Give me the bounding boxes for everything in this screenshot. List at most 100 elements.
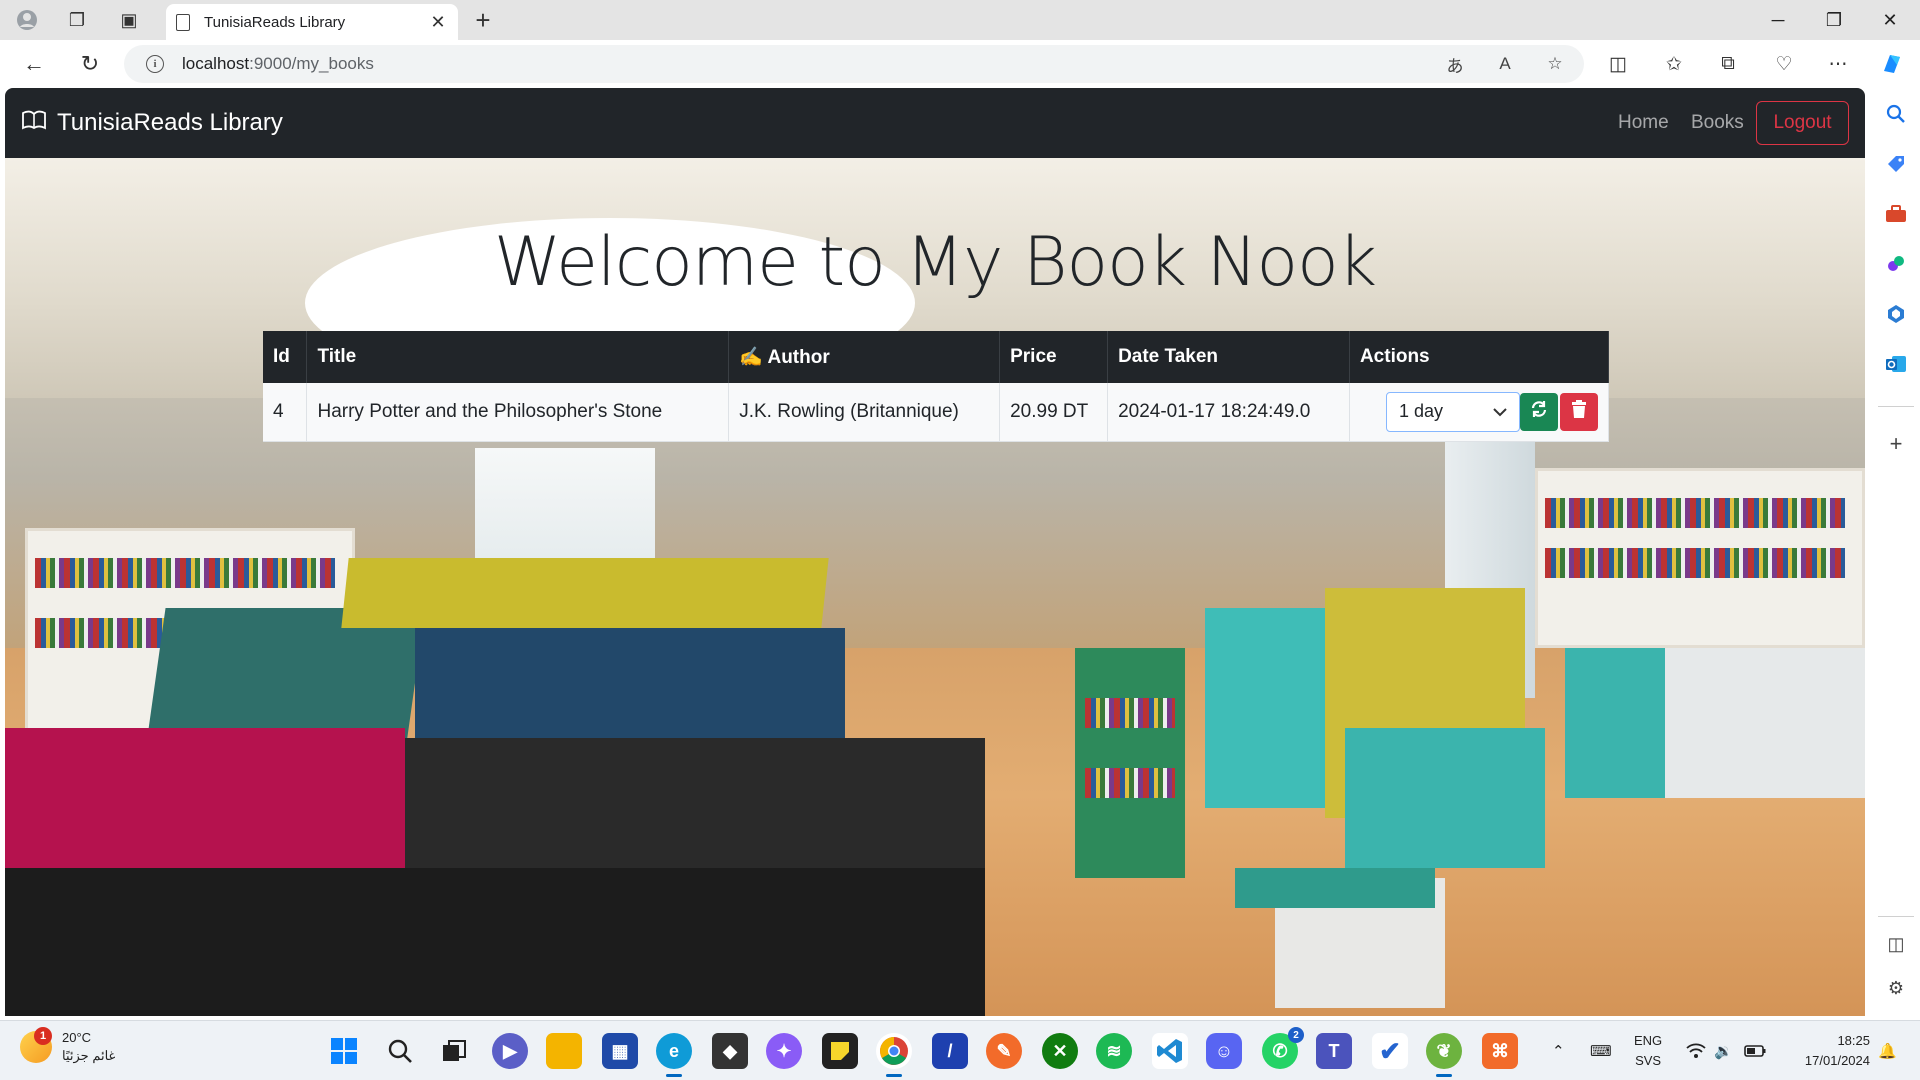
- keyboard-icon[interactable]: ⌨: [1590, 1021, 1612, 1080]
- teams-icon[interactable]: T: [1316, 1033, 1352, 1069]
- favorites-icon[interactable]: ✩: [1658, 50, 1690, 78]
- cell-author: J.K. Rowling (Britannique): [728, 383, 1001, 442]
- games-icon[interactable]: [1880, 248, 1912, 280]
- background-cabinet: [1665, 648, 1865, 798]
- postman-icon[interactable]: ✎: [986, 1033, 1022, 1069]
- spring-leaf-icon[interactable]: ❦: [1426, 1033, 1462, 1077]
- header-author: ✍ Author: [728, 331, 1001, 383]
- header-actions: Actions: [1349, 331, 1610, 383]
- read-aloud-icon[interactable]: A: [1490, 51, 1520, 77]
- logout-button[interactable]: Logout: [1756, 101, 1849, 145]
- spotify-icon[interactable]: ≋: [1096, 1033, 1132, 1069]
- open-book-icon: [21, 110, 47, 136]
- cube-app-icon[interactable]: ◆: [712, 1033, 748, 1069]
- clock-date: 17/01/2024: [1804, 1053, 1870, 1068]
- discord-icon[interactable]: ☺: [1206, 1033, 1242, 1069]
- header-id: Id: [263, 331, 308, 383]
- profile-icon[interactable]: [10, 4, 44, 36]
- split-screen-icon[interactable]: ◫: [1602, 50, 1634, 78]
- notifications-bell-icon[interactable]: 🔔: [1878, 1021, 1897, 1080]
- loan-duration-select[interactable]: 1 day: [1385, 391, 1520, 432]
- vscode-icon[interactable]: [1152, 1033, 1188, 1069]
- close-tab-icon[interactable]: ✕: [428, 12, 448, 33]
- renew-button[interactable]: [1519, 392, 1558, 431]
- browser-essentials-icon[interactable]: ♡: [1768, 50, 1800, 78]
- sticky-notes-icon[interactable]: [822, 1033, 858, 1069]
- nav-link-books[interactable]: Books: [1691, 88, 1744, 158]
- file-explorer-icon[interactable]: [546, 1033, 582, 1069]
- whatsapp-icon[interactable]: ✆ 2: [1262, 1027, 1304, 1069]
- outlook-icon[interactable]: [1880, 348, 1912, 380]
- url-path: :9000/my_books: [249, 54, 374, 73]
- more-options-icon[interactable]: ⋯: [1822, 50, 1854, 78]
- chrome-icon[interactable]: [876, 1033, 912, 1077]
- sync-icon: [1530, 400, 1548, 424]
- system-clock[interactable]: 18:25 17/01/2024: [1784, 1031, 1870, 1071]
- background-stair: [5, 868, 985, 1016]
- todo-check-icon[interactable]: ✔: [1372, 1033, 1408, 1069]
- powerautomate-icon[interactable]: /: [932, 1033, 968, 1069]
- new-tab-button[interactable]: +: [466, 4, 500, 36]
- delete-button[interactable]: [1559, 392, 1598, 431]
- weather-widget[interactable]: 1 20°C غائم جزئيًا: [20, 1027, 115, 1065]
- nav-link-home[interactable]: Home: [1618, 88, 1669, 158]
- tools-icon[interactable]: [1880, 198, 1912, 230]
- sidebar-divider: [1878, 916, 1914, 917]
- restore-button[interactable]: ❐: [1806, 0, 1862, 40]
- wifi-icon[interactable]: [1686, 1021, 1706, 1080]
- back-arrow-icon[interactable]: ←: [16, 48, 52, 80]
- add-icon[interactable]: +: [1880, 428, 1912, 460]
- background-books: [35, 558, 335, 588]
- battery-icon[interactable]: [1744, 1021, 1766, 1080]
- collections-icon[interactable]: ⧉: [1712, 50, 1744, 78]
- microsoft-store-icon[interactable]: ▦: [602, 1033, 638, 1069]
- windows-taskbar: 1 20°C غائم جزئيًا ▶ ▦ e ◆ ✦ / ✎ ✕ ≋ ☺ ✆…: [0, 1020, 1920, 1080]
- my-books-table: Id Title ✍ Author Price Date Taken Actio…: [263, 331, 1610, 442]
- xbox-icon[interactable]: ✕: [1042, 1033, 1078, 1069]
- translate-icon[interactable]: あ: [1440, 51, 1470, 77]
- brand-link[interactable]: TunisiaReads Library: [21, 88, 283, 158]
- tab-title: TunisiaReads Library: [204, 13, 346, 31]
- hide-sidebar-icon[interactable]: ◫: [1880, 928, 1912, 960]
- edge-browser-icon[interactable]: e: [656, 1033, 692, 1077]
- cell-actions: 1 day: [1349, 383, 1610, 442]
- weather-badge: 1: [34, 1027, 52, 1045]
- cell-price: 20.99 DT: [999, 383, 1109, 442]
- messenger-icon[interactable]: ✦: [766, 1033, 802, 1069]
- url-host: localhost: [182, 54, 250, 73]
- shopping-tag-icon[interactable]: [1880, 148, 1912, 180]
- whatsapp-badge: 2: [1288, 1027, 1304, 1043]
- search-taskbar-icon[interactable]: [382, 1033, 418, 1069]
- weather-text: 20°C غائم جزئيًا: [62, 1029, 115, 1065]
- refresh-icon[interactable]: ↻: [72, 48, 108, 80]
- page-viewport: TunisiaReads Library Home Books Logout W…: [5, 88, 1865, 1016]
- header-author-label: Author: [767, 347, 830, 368]
- minimize-button[interactable]: ─: [1750, 0, 1806, 40]
- show-hidden-icons-chevron-icon[interactable]: ⌃: [1552, 1021, 1565, 1080]
- clock-time: 18:25: [1837, 1033, 1870, 1048]
- microsoft-365-icon[interactable]: [1880, 298, 1912, 330]
- site-info-icon[interactable]: i: [146, 55, 164, 73]
- search-icon[interactable]: [1880, 98, 1912, 130]
- header-price: Price: [999, 331, 1109, 383]
- tab-tunisiareads[interactable]: TunisiaReads Library ✕: [166, 4, 458, 40]
- weather-temp: 20°C: [62, 1030, 92, 1045]
- trash-icon: [1571, 399, 1587, 424]
- favorite-star-icon[interactable]: ☆: [1540, 51, 1570, 77]
- volume-icon[interactable]: 🔉: [1714, 1021, 1733, 1080]
- copilot-icon[interactable]: [1876, 50, 1908, 78]
- workspaces-icon[interactable]: ❐: [60, 4, 94, 36]
- xampp-icon[interactable]: ⌘: [1482, 1033, 1518, 1069]
- language-indicator[interactable]: ENG SVS: [1634, 1031, 1662, 1071]
- language-primary: ENG: [1634, 1033, 1663, 1048]
- site-navbar: TunisiaReads Library Home Books Logout: [5, 88, 1865, 158]
- edge-sidebar: + ◫ ⚙: [1872, 88, 1920, 1016]
- vertical-tabs-icon[interactable]: ▣: [112, 4, 146, 36]
- teams-chat-icon[interactable]: ▶: [492, 1033, 528, 1069]
- table-row: 4 Harry Potter and the Philosopher's Sto…: [263, 383, 1610, 442]
- close-window-button[interactable]: ✕: [1862, 0, 1918, 40]
- address-bar[interactable]: i localhost:9000/my_books あ A ☆: [124, 45, 1584, 83]
- settings-gear-icon[interactable]: ⚙: [1880, 972, 1912, 1004]
- task-view-icon[interactable]: [436, 1033, 472, 1069]
- start-button[interactable]: [326, 1033, 362, 1069]
